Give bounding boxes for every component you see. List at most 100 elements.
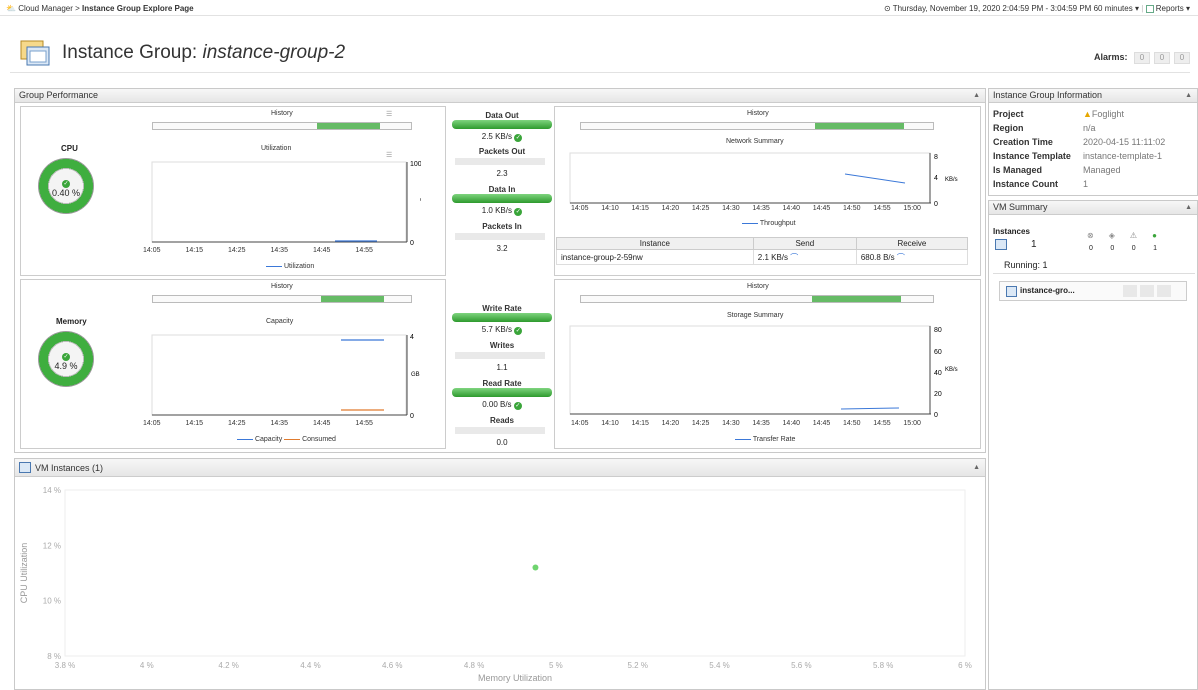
y-tick: 4 — [410, 334, 414, 341]
write-rate-bar — [452, 313, 552, 322]
collapse-icon[interactable]: ▲ — [973, 459, 980, 477]
plot-area — [64, 489, 966, 657]
warning-icon: ⚠ — [1129, 231, 1138, 240]
collapse-icon[interactable]: ▲ — [1185, 201, 1192, 214]
send-cell: 2.1 KB/s ⌒ — [752, 249, 857, 265]
breadcrumb-root[interactable]: Cloud Manager — [18, 4, 73, 13]
ok-count: 1 — [1153, 245, 1157, 252]
table-row[interactable]: instance-group-2-59nw 2.1 KB/s ⌒ 680.8 B… — [556, 249, 969, 265]
memory-label: Memory — [56, 317, 87, 326]
vm-summary-panel: VM Summary ▲ Instances 1 ⊗ ◈ ⚠ ● 0 0 0 1 Runnin… — [988, 200, 1198, 690]
alarm-count-critical[interactable]: 0 — [1134, 52, 1150, 64]
writes-label: Writes — [489, 341, 515, 350]
y-tick: 4 — [934, 175, 938, 182]
reads-spark — [455, 427, 545, 434]
panel-title: VM Summary — [993, 202, 1048, 212]
chart-title: Capacity — [266, 318, 294, 325]
instance-template-value: instance-template-1 — [1083, 151, 1163, 161]
collapse-icon[interactable]: ▲ — [973, 89, 980, 102]
alarm-count-fatal[interactable]: 0 — [1174, 52, 1190, 64]
x-tick-label: 5.4 % — [709, 661, 729, 670]
warning-count: 0 — [1131, 245, 1136, 252]
x-ticks: 14:05 14:15 14:25 14:35 14:45 14:55 — [143, 420, 373, 427]
read-rate-value: 0.00 B/s — [482, 400, 512, 409]
alarm-count-warning[interactable]: 0 — [1154, 52, 1170, 64]
x-tick-label: 4.2 % — [218, 661, 238, 670]
data-out-value: 2.5 KB/s — [481, 132, 512, 141]
collapse-icon[interactable]: ▲ — [1185, 89, 1192, 102]
history-bar[interactable] — [580, 122, 934, 130]
breadcrumb: ⛅ Cloud Manager > Instance Group Explore… — [6, 4, 194, 13]
legend: Throughput — [742, 220, 796, 227]
ok-check-icon: ✓ — [62, 353, 70, 361]
reports-menu[interactable]: Reports — [1156, 4, 1184, 13]
fatal-count: 0 — [1089, 245, 1093, 252]
y-tick: 20 — [934, 391, 942, 398]
chart-title: Utilization — [261, 145, 292, 152]
time-range-selector[interactable]: ⊙ Thursday, November 19, 2020 2:04:59 PM… — [884, 4, 1133, 13]
memory-value: 4.9 % — [54, 361, 78, 371]
y-tick-label: 8 % — [47, 652, 61, 661]
x-tick-label: 5.2 % — [627, 661, 647, 670]
reports-icon — [1145, 4, 1154, 13]
panel-title: Instance Group Information — [993, 90, 1103, 100]
column-header: Send — [752, 237, 857, 250]
chart-title: Storage Summary — [727, 312, 784, 319]
packets-out-spark — [455, 158, 545, 165]
ok-check-icon: ✓ — [513, 402, 522, 410]
ok-check-icon: ✓ — [514, 134, 523, 142]
history-bar[interactable] — [152, 122, 412, 130]
writes-spark — [455, 352, 545, 359]
chevron-down-icon[interactable]: ▾ — [1135, 4, 1139, 13]
x-ticks: 14:05 14:15 14:25 14:35 14:45 14:55 — [143, 247, 373, 254]
vm-instance-icon — [1006, 286, 1017, 297]
instance-count-key: Instance Count — [993, 179, 1059, 189]
read-rate-label: Read Rate — [482, 379, 522, 388]
chart-title: Network Summary — [726, 138, 784, 145]
y-axis-label: CPU Utilization — [19, 543, 29, 604]
region-key: Region — [993, 123, 1024, 133]
chevron-down-icon[interactable]: ▾ — [1186, 4, 1190, 13]
is-managed-key: Is Managed — [993, 165, 1043, 175]
x-tick-label: 4 % — [140, 661, 154, 670]
status-cell — [1157, 285, 1171, 297]
status-cell — [1123, 285, 1137, 297]
packets-in-spark — [455, 233, 545, 240]
instances-count[interactable]: 1 — [1031, 239, 1037, 250]
column-header: Receive — [855, 237, 969, 250]
write-rate-label: Write Rate — [482, 304, 522, 313]
history-label: History — [747, 283, 769, 290]
data-out-label: Data Out — [485, 111, 519, 120]
data-out-bar — [452, 120, 552, 129]
y-unit: KB/s — [945, 367, 958, 373]
history-label: History — [747, 110, 769, 117]
panel-title: Group Performance — [19, 90, 99, 100]
ok-check-icon: ✓ — [514, 208, 523, 216]
history-bar[interactable] — [152, 295, 412, 303]
reads-label: Reads — [489, 416, 514, 425]
x-tick-label: 4.4 % — [300, 661, 320, 670]
cpu-section: CPU ✓ 0.40 % History ☰ Utilization ☰ 100 … — [20, 106, 446, 276]
options-icon[interactable]: ☰ — [386, 151, 392, 159]
y-tick: 0 — [934, 412, 938, 419]
history-label: History — [271, 110, 293, 117]
storage-transfer-chart: 80 60 40 20 0 KB/s — [569, 325, 958, 419]
x-tick-label: 4.8 % — [464, 661, 484, 670]
packets-out-label: Packets Out — [478, 147, 526, 156]
column-header: Instance — [556, 237, 754, 250]
y-unit: KB/s — [945, 177, 958, 183]
is-managed-value: Managed — [1083, 165, 1121, 175]
options-icon[interactable]: ☰ — [386, 110, 392, 118]
history-bar[interactable] — [580, 295, 934, 303]
project-key: Project — [993, 109, 1024, 119]
cpu-label: CPU — [61, 144, 78, 153]
y-tick: 8 — [934, 154, 938, 161]
y-tick: 100 — [410, 161, 421, 168]
vm-scatter-chart: 3.8 % 4 % 4.2 % 4.4 % 4.6 % 4.8 % 5 % 5.2 % 5.4 … — [19, 486, 972, 683]
y-tick-label: 10 % — [43, 597, 61, 606]
legend: Transfer Rate — [735, 436, 795, 443]
alarms: Alarms: 000 — [1094, 52, 1190, 64]
x-tick-label: 5 % — [549, 661, 563, 670]
instance-tile[interactable]: instance-gro... — [999, 281, 1187, 301]
y-tick: 40 — [934, 370, 942, 377]
